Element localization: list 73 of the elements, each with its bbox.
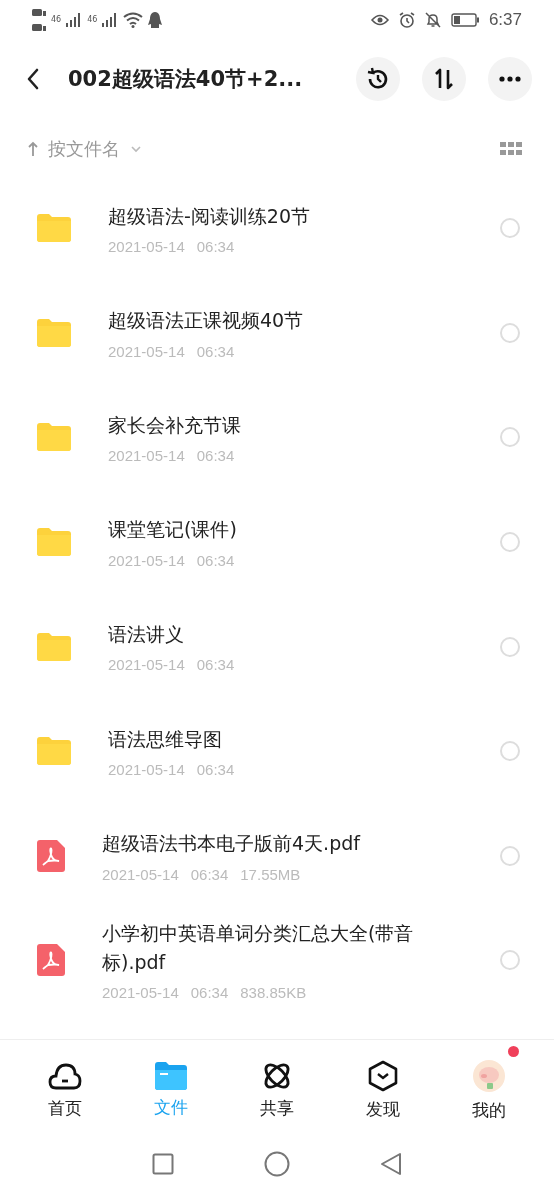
history-button[interactable] (356, 57, 400, 101)
hexagon-icon (368, 1059, 398, 1092)
file-time: 06:34 (196, 761, 235, 778)
file-time: 06:34 (190, 865, 229, 883)
folder-title: 002超级语法40节+2... (68, 66, 304, 93)
folder-icon (37, 737, 71, 766)
file-time: 06:34 (196, 342, 235, 360)
file-name[interactable]: 小学初中英语单词分类汇总大全(带音标).pdf (102, 919, 462, 977)
network-label: 46 (87, 15, 98, 24)
folder-icon (37, 423, 71, 452)
file-size: 17.55MB (240, 865, 301, 883)
penguin-icon (148, 11, 163, 29)
avatar-icon (472, 1058, 506, 1093)
signal-icon (66, 13, 83, 27)
file-time: 06:34 (196, 551, 235, 569)
more-button[interactable] (488, 57, 532, 101)
file-time: 06:34 (196, 656, 235, 674)
caret-icon (130, 145, 142, 153)
file-name[interactable]: 语法讲义 (108, 619, 462, 649)
eye-icon (370, 14, 389, 26)
folder-icon (37, 528, 71, 557)
arrow-up-icon (28, 141, 38, 157)
sort-button[interactable] (422, 57, 466, 101)
file-time: 06:34 (196, 238, 235, 256)
file-date: 2021-05-14 (108, 447, 185, 465)
file-date: 2021-05-14 (102, 865, 179, 883)
select-checkbox[interactable] (500, 950, 520, 971)
alarm-icon (398, 12, 415, 28)
select-checkbox[interactable] (500, 218, 520, 239)
more-icon (499, 76, 521, 82)
file-date: 2021-05-14 (108, 761, 185, 778)
file-size: 838.85KB (240, 984, 307, 1002)
file-date: 2021-05-14 (108, 551, 185, 569)
select-checkbox[interactable] (500, 322, 520, 343)
select-checkbox[interactable] (500, 741, 520, 762)
file-time: 06:34 (190, 984, 229, 1002)
sort-icon (433, 67, 455, 91)
hd-icon (32, 7, 46, 33)
nav-tab[interactable]: 发现 (343, 1040, 423, 1140)
status-time: 6:37 (488, 10, 522, 30)
nav-tab[interactable]: 我的 (449, 1040, 529, 1140)
file-date: 2021-05-14 (108, 342, 185, 360)
file-name[interactable]: 家长会补充节课 (108, 410, 462, 440)
select-checkbox[interactable] (500, 845, 520, 866)
home-button[interactable] (264, 1151, 290, 1177)
file-name[interactable]: 课堂笔记(课件) (108, 515, 462, 544)
select-checkbox[interactable] (500, 532, 520, 553)
grid-view-icon[interactable] (500, 142, 522, 156)
file-date: 2021-05-14 (108, 656, 185, 674)
network-label: 46 (51, 15, 62, 24)
folder-icon (37, 214, 71, 243)
file-date: 2021-05-14 (102, 984, 179, 1002)
folder-icon (37, 632, 71, 661)
folder-icon (155, 1061, 187, 1090)
pdf-icon (37, 839, 65, 872)
file-date: 2021-05-14 (108, 238, 185, 256)
pdf-icon (37, 944, 65, 977)
recent-apps-button[interactable] (152, 1153, 174, 1175)
back-nav-button[interactable] (380, 1152, 402, 1176)
file-name[interactable]: 超级语法正课视频40节 (108, 306, 462, 335)
file-name[interactable]: 语法思维导图 (108, 724, 462, 753)
wifi-icon (123, 12, 144, 28)
select-checkbox[interactable] (500, 427, 520, 448)
file-time: 06:34 (196, 447, 235, 465)
file-name[interactable]: 超级语法-阅读训练20节 (108, 201, 462, 231)
nav-tab[interactable]: 首页 (25, 1040, 105, 1140)
file-name[interactable]: 超级语法书本电子版前4天.pdf (102, 829, 462, 858)
nav-tab[interactable]: 共享 (237, 1040, 317, 1140)
select-checkbox[interactable] (500, 636, 520, 657)
folder-icon (37, 318, 71, 347)
battery-icon (450, 13, 479, 27)
signal-icon (102, 13, 119, 27)
bell-off-icon (424, 12, 441, 28)
